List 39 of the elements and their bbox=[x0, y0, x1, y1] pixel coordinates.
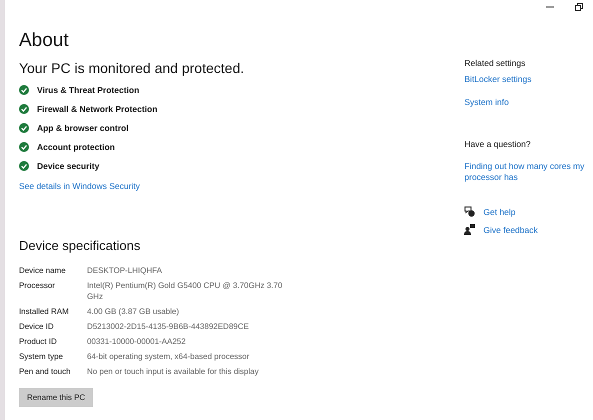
settings-link[interactable]: BitLocker settings bbox=[464, 74, 593, 85]
spec-value: No pen or touch input is available for this display bbox=[86, 366, 260, 377]
protection-item: Device security bbox=[36, 160, 100, 170]
spec-value: 64-bit operating system, x64-based processor bbox=[86, 351, 250, 362]
protection-heading: Your PC is monitored and protected. bbox=[18, 59, 246, 77]
check-icon bbox=[18, 160, 29, 170]
rename-button[interactable]: Rename this PC bbox=[18, 388, 94, 407]
specs-heading: Device specifications bbox=[18, 238, 142, 253]
spec-label: Processor bbox=[18, 280, 56, 292]
protection-item: Virus & Threat Protection bbox=[36, 84, 140, 94]
check-icon bbox=[18, 142, 29, 152]
spec-label: Pen and touch bbox=[18, 366, 72, 377]
section-heading: Have a question? bbox=[464, 139, 532, 149]
spec-label: Device ID bbox=[18, 321, 55, 332]
protection-item: Firewall & Network Protection bbox=[36, 104, 158, 114]
check-icon bbox=[18, 104, 29, 114]
spec-value: 00331-10000-00001-AA252 bbox=[86, 336, 187, 347]
help-link[interactable]: Finding out how many cores my processor has bbox=[464, 161, 590, 183]
security-link[interactable]: See details in Windows Security bbox=[18, 181, 440, 191]
feedback-link[interactable]: Give feedback bbox=[483, 224, 538, 234]
check-icon bbox=[18, 122, 29, 132]
settings-link[interactable]: System info bbox=[464, 97, 593, 108]
spec-label: System type bbox=[18, 351, 64, 362]
page-title: About bbox=[18, 30, 70, 52]
restore-icon bbox=[574, 3, 582, 11]
person-icon bbox=[464, 224, 476, 235]
spec-value: DESKTOP-LHIQHFA bbox=[86, 265, 163, 276]
protection-item: App & browser control bbox=[36, 122, 129, 132]
spec-value: Intel(R) Pentium(R) Gold G5400 CPU @ 3.70GHz 3.70 GHz bbox=[86, 280, 284, 302]
spec-label: Installed RAM bbox=[18, 306, 70, 317]
spec-label: Product ID bbox=[18, 336, 58, 347]
help-link[interactable]: Get help bbox=[483, 206, 516, 216]
spec-value: D5213002-2D15-4135-9B6B-443892ED89CE bbox=[86, 321, 250, 332]
section-heading: Related settings bbox=[464, 58, 526, 68]
chat-icon bbox=[464, 206, 476, 217]
spec-label: Device name bbox=[18, 265, 67, 276]
check-icon bbox=[18, 84, 29, 94]
protection-item: Account protection bbox=[36, 142, 115, 152]
spec-value: 4.00 GB (3.87 GB usable) bbox=[86, 306, 180, 317]
